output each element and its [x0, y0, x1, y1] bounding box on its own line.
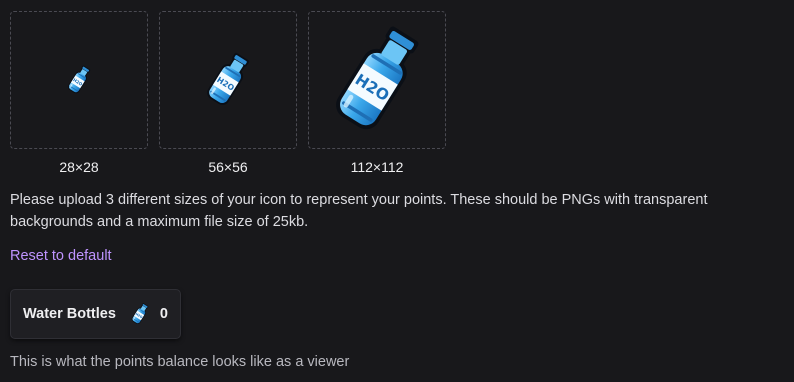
points-balance-value: 0	[159, 306, 168, 322]
water-bottle-icon	[128, 302, 152, 326]
icon-upload-dropzone-56[interactable]	[159, 11, 297, 149]
icon-slot-28: 28×28	[10, 11, 148, 176]
points-icon-settings: 28×28 56×56 112×112 Please upload 3 diff…	[0, 0, 794, 382]
water-bottle-icon	[318, 21, 436, 139]
icon-upload-dropzone-28[interactable]	[10, 11, 148, 149]
upload-description: Please upload 3 different sizes of your …	[10, 192, 708, 230]
icon-size-label: 112×112	[350, 159, 404, 175]
icon-upload-dropzone-112[interactable]	[308, 11, 446, 149]
points-balance-preview: Water Bottles 0	[10, 289, 181, 339]
icon-size-label: 56×56	[208, 159, 248, 175]
points-name: Water Bottles	[23, 306, 116, 322]
water-bottle-icon	[198, 50, 258, 110]
viewer-preview-note: This is what the points balance looks li…	[10, 354, 350, 370]
icon-slot-56: 56×56	[159, 11, 297, 176]
reset-to-default-link[interactable]: Reset to default	[10, 246, 112, 266]
icon-size-label: 28×28	[59, 159, 99, 175]
water-bottle-icon	[63, 64, 95, 96]
icon-upload-row: 28×28 56×56 112×112	[10, 11, 446, 176]
icon-slot-112: 112×112	[308, 11, 446, 176]
